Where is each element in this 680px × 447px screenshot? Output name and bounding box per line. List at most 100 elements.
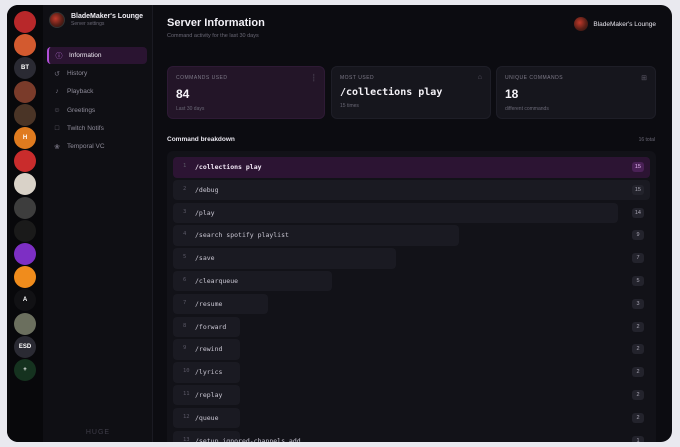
info-icon: ⓘ [55, 52, 63, 60]
row-command: /debug [195, 185, 219, 194]
row-command: /queue [195, 413, 219, 422]
row-count-badge: 9 [632, 230, 644, 241]
music-note-icon: ♪ [55, 88, 59, 96]
table-row[interactable]: 5/save 7 [173, 248, 650, 269]
row-count-badge: 5 [632, 275, 644, 286]
sidebar-item-greetings[interactable]: ☺ Greetings [47, 102, 147, 119]
row-command: /lyrics [195, 368, 223, 377]
sidebar-item-label: History [67, 70, 88, 78]
row-count-badge: 2 [632, 412, 644, 423]
row-command: /replay [195, 390, 223, 399]
twitch-icon: □ [54, 124, 60, 132]
voice-icon: ❀ [54, 143, 60, 151]
row-rank: 8 [183, 322, 187, 329]
row-count-badge: 2 [632, 389, 644, 400]
row-rank: 3 [183, 208, 187, 215]
sidebar-item-label: Temporal VC [67, 143, 105, 150]
table-row[interactable]: 4/search spotify playlist 9 [173, 225, 650, 246]
trophy-icon: ⌂ [477, 74, 482, 81]
app-window: BT H A ESD + BladeMaker's Lounge Server sett… [7, 5, 672, 442]
row-command: /resume [195, 299, 223, 308]
user-chip-label: BladeMaker's Lounge [593, 20, 656, 28]
row-count-badge: 3 [632, 298, 644, 309]
row-count-badge: 7 [632, 253, 644, 264]
sidebar-item-label: Greetings [67, 106, 96, 114]
row-rank: 4 [183, 231, 187, 238]
table-row[interactable]: 3/play 14 [173, 202, 650, 224]
table-row[interactable]: 11/replay 2 [173, 384, 650, 406]
table-row[interactable]: 7/resume 3 [173, 293, 650, 315]
card-value: 18 [505, 87, 519, 101]
row-rank: 11 [183, 390, 190, 397]
page-title: Server Information [167, 17, 265, 29]
row-rank: 12 [183, 413, 190, 420]
user-chip[interactable]: BladeMaker's Lounge [574, 17, 656, 31]
server-icon[interactable]: A [14, 289, 36, 312]
row-command: /setup ignored-channels add [195, 436, 301, 442]
server-icon[interactable] [14, 196, 36, 219]
settings-sidebar: BladeMaker's Lounge Server settings ⓘ Inf… [43, 5, 153, 442]
sidebar-item-temporal-vc[interactable]: ❀ Temporal VC [47, 138, 147, 155]
server-icon[interactable] [14, 150, 36, 173]
server-name: BladeMaker's Lounge [71, 12, 144, 20]
server-icon[interactable] [14, 219, 36, 242]
row-count-badge: 1 [632, 435, 644, 442]
sidebar-item-history[interactable]: ↺ History [47, 65, 147, 82]
row-count-badge: 15 [631, 184, 644, 195]
server-icon[interactable] [14, 173, 36, 196]
row-rank: 6 [183, 276, 187, 283]
card-foot: different commands [505, 106, 549, 112]
table-row[interactable]: 2/debug 15 [173, 179, 650, 201]
add-server-button[interactable]: + [14, 359, 36, 381]
table-row[interactable]: 8/forward 2 [173, 316, 650, 338]
table-row[interactable]: 6/clearqueue 5 [173, 270, 650, 292]
avatar [574, 17, 589, 31]
server-icon[interactable] [14, 80, 36, 103]
server-avatar [49, 12, 65, 28]
stat-card-most-used: MOST USED ⌂ /collections play 15 times [331, 66, 491, 119]
server-icon[interactable]: H [14, 127, 36, 149]
row-command: /rewind [195, 345, 223, 354]
greeting-icon: ☺ [53, 106, 61, 114]
row-command: /collections play [195, 163, 262, 171]
card-label: COMMANDS USED [176, 75, 228, 81]
table-row[interactable]: 13/setup ignored-channels add 1 [173, 430, 650, 442]
server-icon[interactable]: BT [14, 57, 36, 80]
table-row[interactable]: 9/rewind 2 [173, 339, 650, 360]
sidebar-item-label: Information [69, 52, 102, 59]
server-header: BladeMaker's Lounge Server settings [49, 12, 143, 28]
sidebar-item-twitch-notifs[interactable]: □ Twitch Notifs [47, 120, 147, 137]
server-icon[interactable] [14, 34, 36, 57]
server-icon[interactable] [14, 103, 36, 126]
row-command: /search spotify playlist [195, 231, 289, 240]
row-rank: 2 [183, 185, 187, 192]
server-icon[interactable] [14, 266, 36, 289]
table-row[interactable]: 10/lyrics 2 [173, 362, 650, 383]
sidebar-item-playback[interactable]: ♪ Playback [47, 83, 147, 100]
chart-icon: ┆ [311, 75, 316, 82]
row-rank: 10 [183, 368, 190, 375]
row-count-badge: 2 [632, 367, 644, 378]
command-breakdown-list: 1/collections play 15 2/debug 15 3/play 14 4/s… [167, 151, 656, 442]
row-count-badge: 15 [631, 162, 644, 172]
breakdown-count: 16 total [638, 137, 655, 143]
breakdown-title: Command breakdown [167, 136, 235, 143]
row-count-badge: 2 [632, 321, 644, 332]
card-value: /collections play [340, 87, 443, 98]
row-rank: 1 [183, 163, 187, 169]
card-value: 84 [176, 87, 190, 101]
usage-bar [173, 179, 650, 201]
sidebar-item-information[interactable]: ⓘ Information [47, 47, 147, 64]
server-icon[interactable] [14, 312, 36, 335]
table-row[interactable]: 12/queue 2 [173, 407, 650, 429]
row-rank: 5 [183, 254, 187, 261]
server-icon[interactable] [14, 11, 36, 33]
server-icon[interactable] [14, 243, 36, 265]
row-rank: 9 [183, 345, 187, 352]
server-icon[interactable]: ESD [14, 335, 36, 358]
row-rank: 7 [183, 299, 187, 306]
table-row[interactable]: 1/collections play 15 [173, 157, 650, 178]
stat-card-commands-used: COMMANDS USED ┆ 84 Last 30 days [167, 66, 325, 119]
card-foot: Last 30 days [176, 106, 205, 112]
history-icon: ↺ [54, 70, 60, 78]
